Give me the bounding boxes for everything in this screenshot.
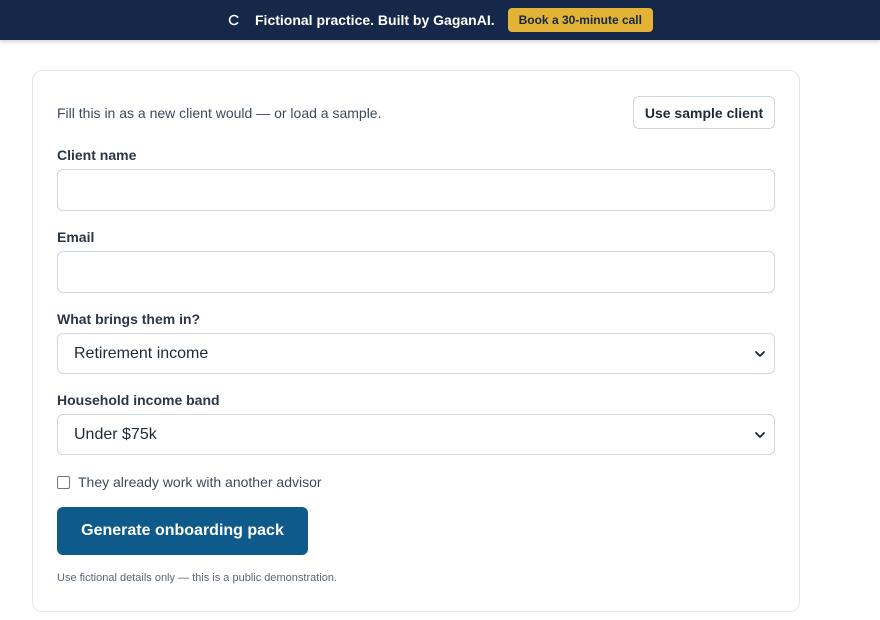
email-label: Email (57, 229, 95, 245)
reason-label: What brings them in? (57, 311, 201, 327)
chevron-down-icon (754, 347, 766, 359)
existing-advisor-checkbox[interactable] (57, 475, 70, 489)
disclaimer-footnote: Use fictional details only — this is a p… (57, 572, 338, 584)
form-intro-text: Fill this in as a new client would — or … (57, 105, 382, 121)
book-call-button[interactable]: Book a 30-minute call (507, 8, 653, 32)
client-name-label: Client name (57, 147, 137, 163)
advisor-checkbox-row: They already work with another advisor (57, 474, 322, 490)
email-input[interactable] (57, 251, 775, 293)
generate-onboarding-pack-button[interactable]: Generate onboarding pack (57, 507, 308, 555)
chevron-down-icon (754, 428, 766, 440)
c-logo-icon (227, 13, 241, 27)
onboarding-form-card: Fill this in as a new client would — or … (32, 70, 800, 612)
income-band-select[interactable]: Under $75k (57, 414, 775, 455)
demo-banner: Fictional practice. Built by GaganAI. Bo… (0, 0, 880, 40)
income-band-selected-value: Under $75k (74, 425, 157, 443)
reason-select[interactable]: Retirement income (57, 333, 775, 374)
reason-selected-value: Retirement income (74, 344, 209, 362)
existing-advisor-label: They already work with another advisor (78, 474, 322, 490)
client-name-input[interactable] (57, 169, 775, 211)
banner-text: Fictional practice. Built by GaganAI. (255, 12, 495, 28)
income-band-label: Household income band (57, 392, 220, 408)
use-sample-client-button[interactable]: Use sample client (633, 96, 775, 129)
